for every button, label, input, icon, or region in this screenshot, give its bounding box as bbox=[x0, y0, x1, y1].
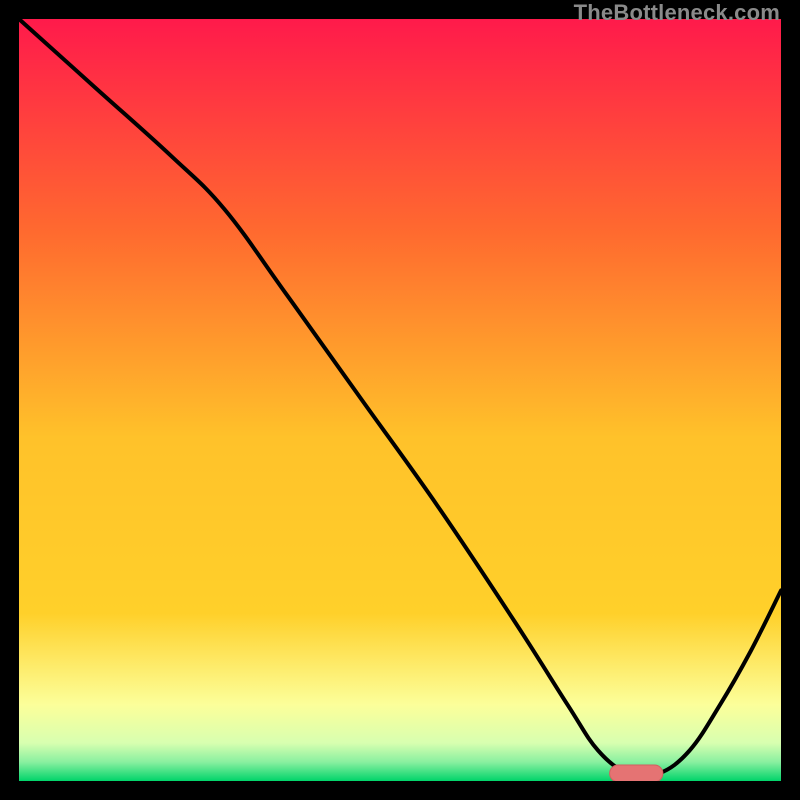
chart-svg bbox=[19, 19, 781, 781]
plot-area bbox=[19, 19, 781, 781]
optimal-marker bbox=[610, 765, 663, 781]
chart-frame: TheBottleneck.com bbox=[0, 0, 800, 800]
watermark-text: TheBottleneck.com bbox=[574, 0, 780, 26]
gradient-background bbox=[19, 19, 781, 781]
